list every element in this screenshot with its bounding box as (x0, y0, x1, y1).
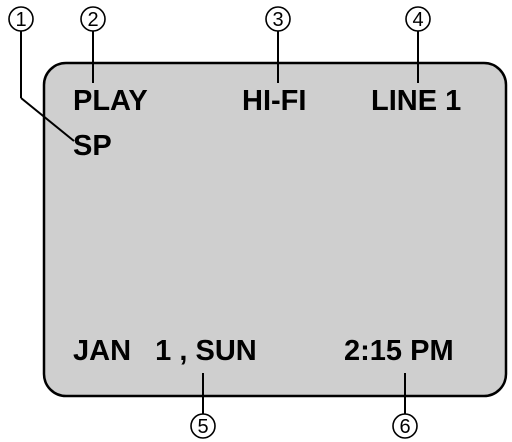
callout-2-number: 2 (87, 9, 98, 31)
input-indicator: LINE 1 (371, 85, 461, 117)
mode-indicator: PLAY (73, 85, 148, 117)
callout-1-number: 1 (15, 9, 26, 31)
diagram-canvas: PLAY HI-FI LINE 1 SP JAN 1 , SUN 2:15 PM… (8, 6, 508, 439)
callout-6-number: 6 (399, 416, 410, 438)
callout-4: 4 (405, 6, 431, 32)
callout-4-number: 4 (412, 9, 423, 31)
callout-5: 5 (190, 413, 216, 439)
callout-5-number: 5 (197, 416, 208, 438)
vcr-display-diagram: PLAY HI-FI LINE 1 SP JAN 1 , SUN 2:15 PM… (0, 0, 512, 442)
callout-3-number: 3 (272, 9, 283, 31)
callout-3: 3 (265, 6, 291, 32)
date-display: JAN 1 , SUN (73, 335, 257, 367)
callout-2: 2 (80, 6, 106, 32)
callout-6: 6 (392, 413, 418, 439)
callout-1: 1 (8, 6, 34, 32)
audio-indicator: HI-FI (242, 85, 306, 117)
clock-display: 2:15 PM (344, 335, 454, 367)
tape-speed-indicator: SP (73, 130, 112, 162)
